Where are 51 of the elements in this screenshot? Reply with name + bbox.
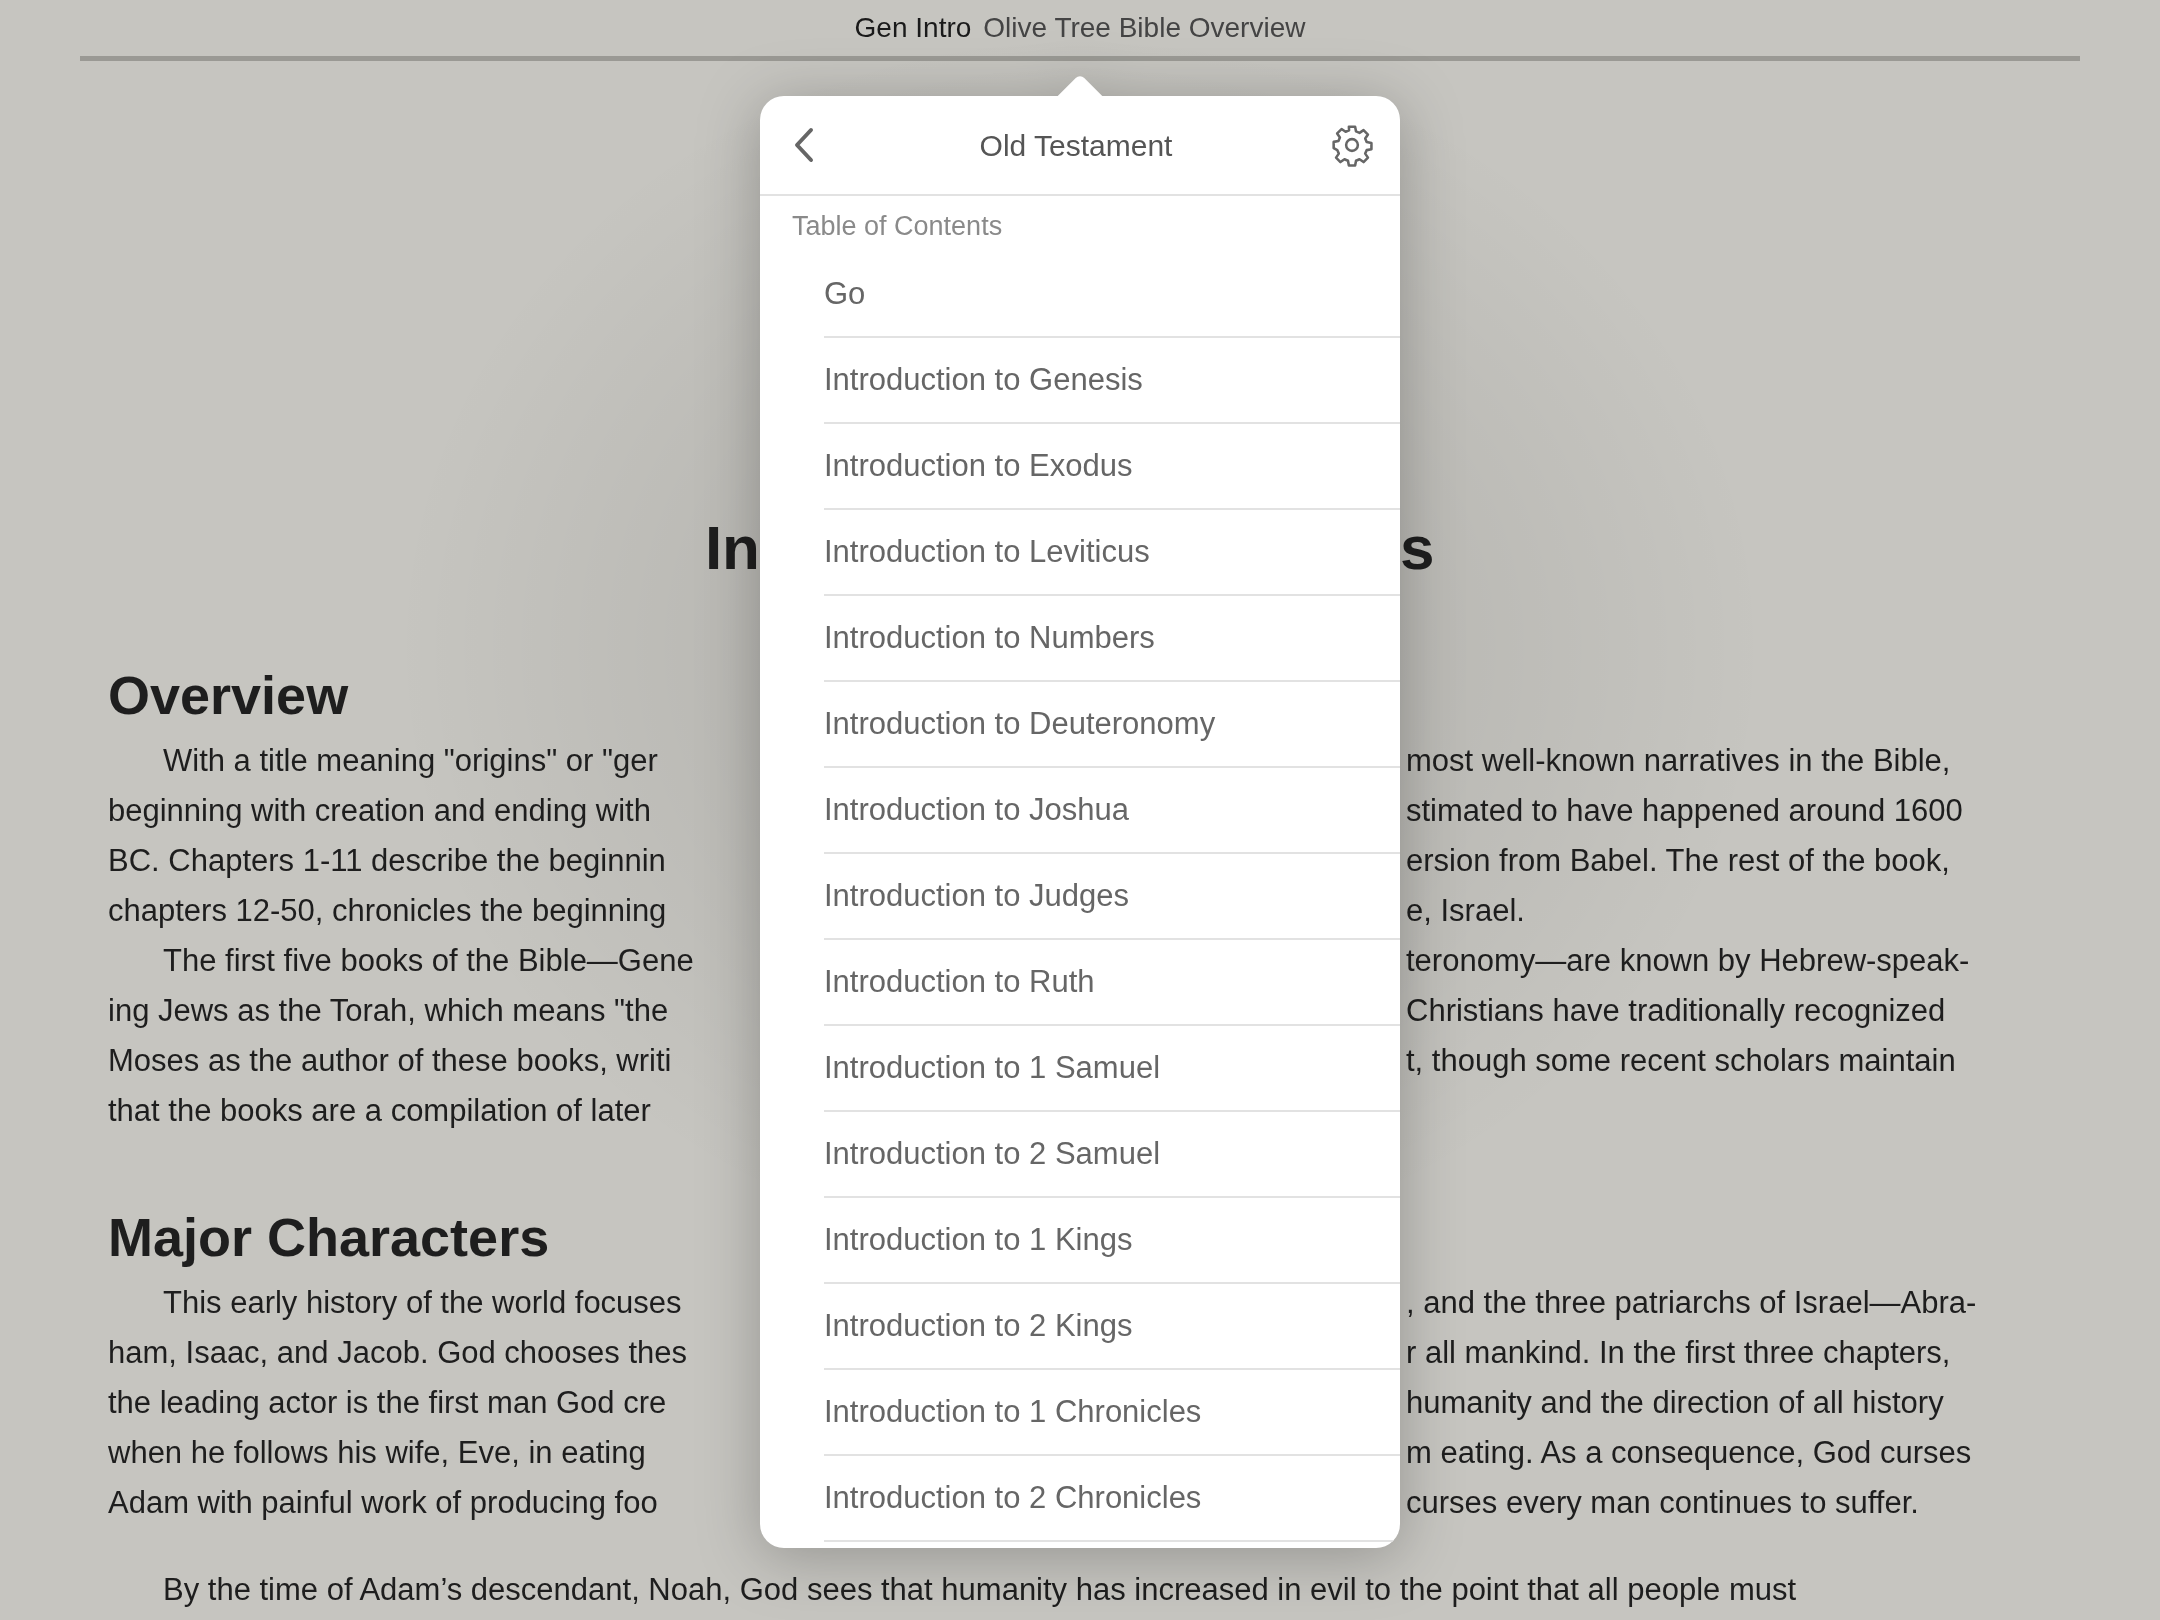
section-heading: Overview bbox=[108, 664, 349, 727]
toc-item[interactable]: Go bbox=[824, 270, 866, 318]
toc-item[interactable]: Introduction to Joshua bbox=[824, 786, 1130, 834]
body-text-fragment: beginning with creation and ending with bbox=[108, 792, 651, 828]
body-text-fragment: The first five books of the Bible—Gene bbox=[163, 942, 694, 978]
body-text-fragment: Moses as the author of these books, writi bbox=[108, 1042, 672, 1078]
body-text-fragment: when he follows his wife, Eve, in eating bbox=[108, 1434, 646, 1470]
section-heading: Major Characters bbox=[108, 1206, 550, 1269]
toc-item[interactable]: Introduction to Judges bbox=[824, 872, 1130, 920]
body-text-fragment: the leading actor is the first man God cre bbox=[108, 1384, 667, 1420]
toc-item[interactable]: Introduction to Deuteronomy bbox=[824, 700, 1216, 748]
body-text-line: By the time of Adam’s descendant, Noah, God sees that humanity has increased in evil to the point that all people must bbox=[163, 1572, 1797, 1608]
book-name: Gen Intro bbox=[854, 11, 972, 45]
body-text-fragment: r all mankind. In the first three chapters, bbox=[1406, 1334, 1951, 1370]
body-text-fragment: Adam with painful work of producing foo bbox=[108, 1484, 658, 1520]
toc-item[interactable]: Introduction to Exodus bbox=[824, 442, 1133, 490]
body-text-fragment: that the books are a compilation of later bbox=[108, 1092, 651, 1128]
toc-item[interactable]: Introduction to 1 Kings bbox=[824, 1216, 1133, 1264]
body-text-fragment: most well-known narratives in the Bible, bbox=[1406, 742, 1951, 778]
toc-item[interactable]: Introduction to 1 Chronicles bbox=[824, 1388, 1202, 1436]
page-title: In bbox=[704, 513, 760, 582]
toc-item[interactable]: Introduction to 2 Kings bbox=[824, 1302, 1133, 1350]
settings-icon bbox=[1330, 123, 1374, 167]
page-title: s bbox=[1400, 513, 1435, 582]
body-text-fragment: BC. Chapters 1-11 describe the beginnin bbox=[108, 842, 666, 878]
body-text-fragment: chapters 12-50, chronicles the beginning bbox=[108, 892, 667, 928]
body-text-fragment: ham, Isaac, and Jacob. God chooses thes bbox=[108, 1334, 687, 1370]
toc-item[interactable]: Introduction to Genesis bbox=[824, 356, 1143, 404]
body-text-fragment: , and the three patriarchs of Israel—Abra- bbox=[1406, 1284, 1977, 1320]
toc-item[interactable]: Introduction to 2 Chronicles bbox=[824, 1474, 1202, 1522]
body-text-fragment: This early history of the world focuses bbox=[163, 1284, 682, 1320]
body-text-fragment: ersion from Babel. The rest of the book, bbox=[1406, 842, 1950, 878]
back-icon bbox=[793, 127, 815, 163]
section-label: Table of Contents bbox=[792, 211, 1003, 241]
body-text-fragment: curses every man continues to suffer. bbox=[1406, 1484, 1919, 1520]
toc-item[interactable]: Introduction to 2 Samuel bbox=[824, 1130, 1161, 1178]
body-text-fragment: t, though some recent scholars maintain bbox=[1406, 1042, 1956, 1078]
toc-item[interactable]: Introduction to Ruth bbox=[824, 958, 1095, 1006]
body-text-fragment: m eating. As a consequence, God curses bbox=[1406, 1434, 1972, 1470]
popover-title: Old Testament bbox=[979, 127, 1173, 164]
body-text-fragment: Christians have traditionally recognized bbox=[1406, 992, 1946, 1028]
body-text-fragment: e, Israel. bbox=[1406, 892, 1525, 928]
toc-item[interactable]: Introduction to 1 Samuel bbox=[824, 1044, 1161, 1092]
toc-item[interactable]: Introduction to Leviticus bbox=[824, 528, 1150, 576]
body-text-fragment: humanity and the direction of all history bbox=[1406, 1384, 1944, 1420]
body-text-fragment: With a title meaning "origins" or "ger bbox=[163, 742, 658, 778]
body-text-fragment: teronomy—are known by Hebrew-speak- bbox=[1406, 942, 1970, 978]
body-text-fragment: ing Jews as the Torah, which means "the bbox=[108, 992, 669, 1028]
document-title: Olive Tree Bible Overview bbox=[983, 11, 1306, 45]
toc-item[interactable]: Introduction to Numbers bbox=[824, 614, 1155, 662]
body-text-fragment: stimated to have happened around 1600 bbox=[1406, 792, 1963, 828]
